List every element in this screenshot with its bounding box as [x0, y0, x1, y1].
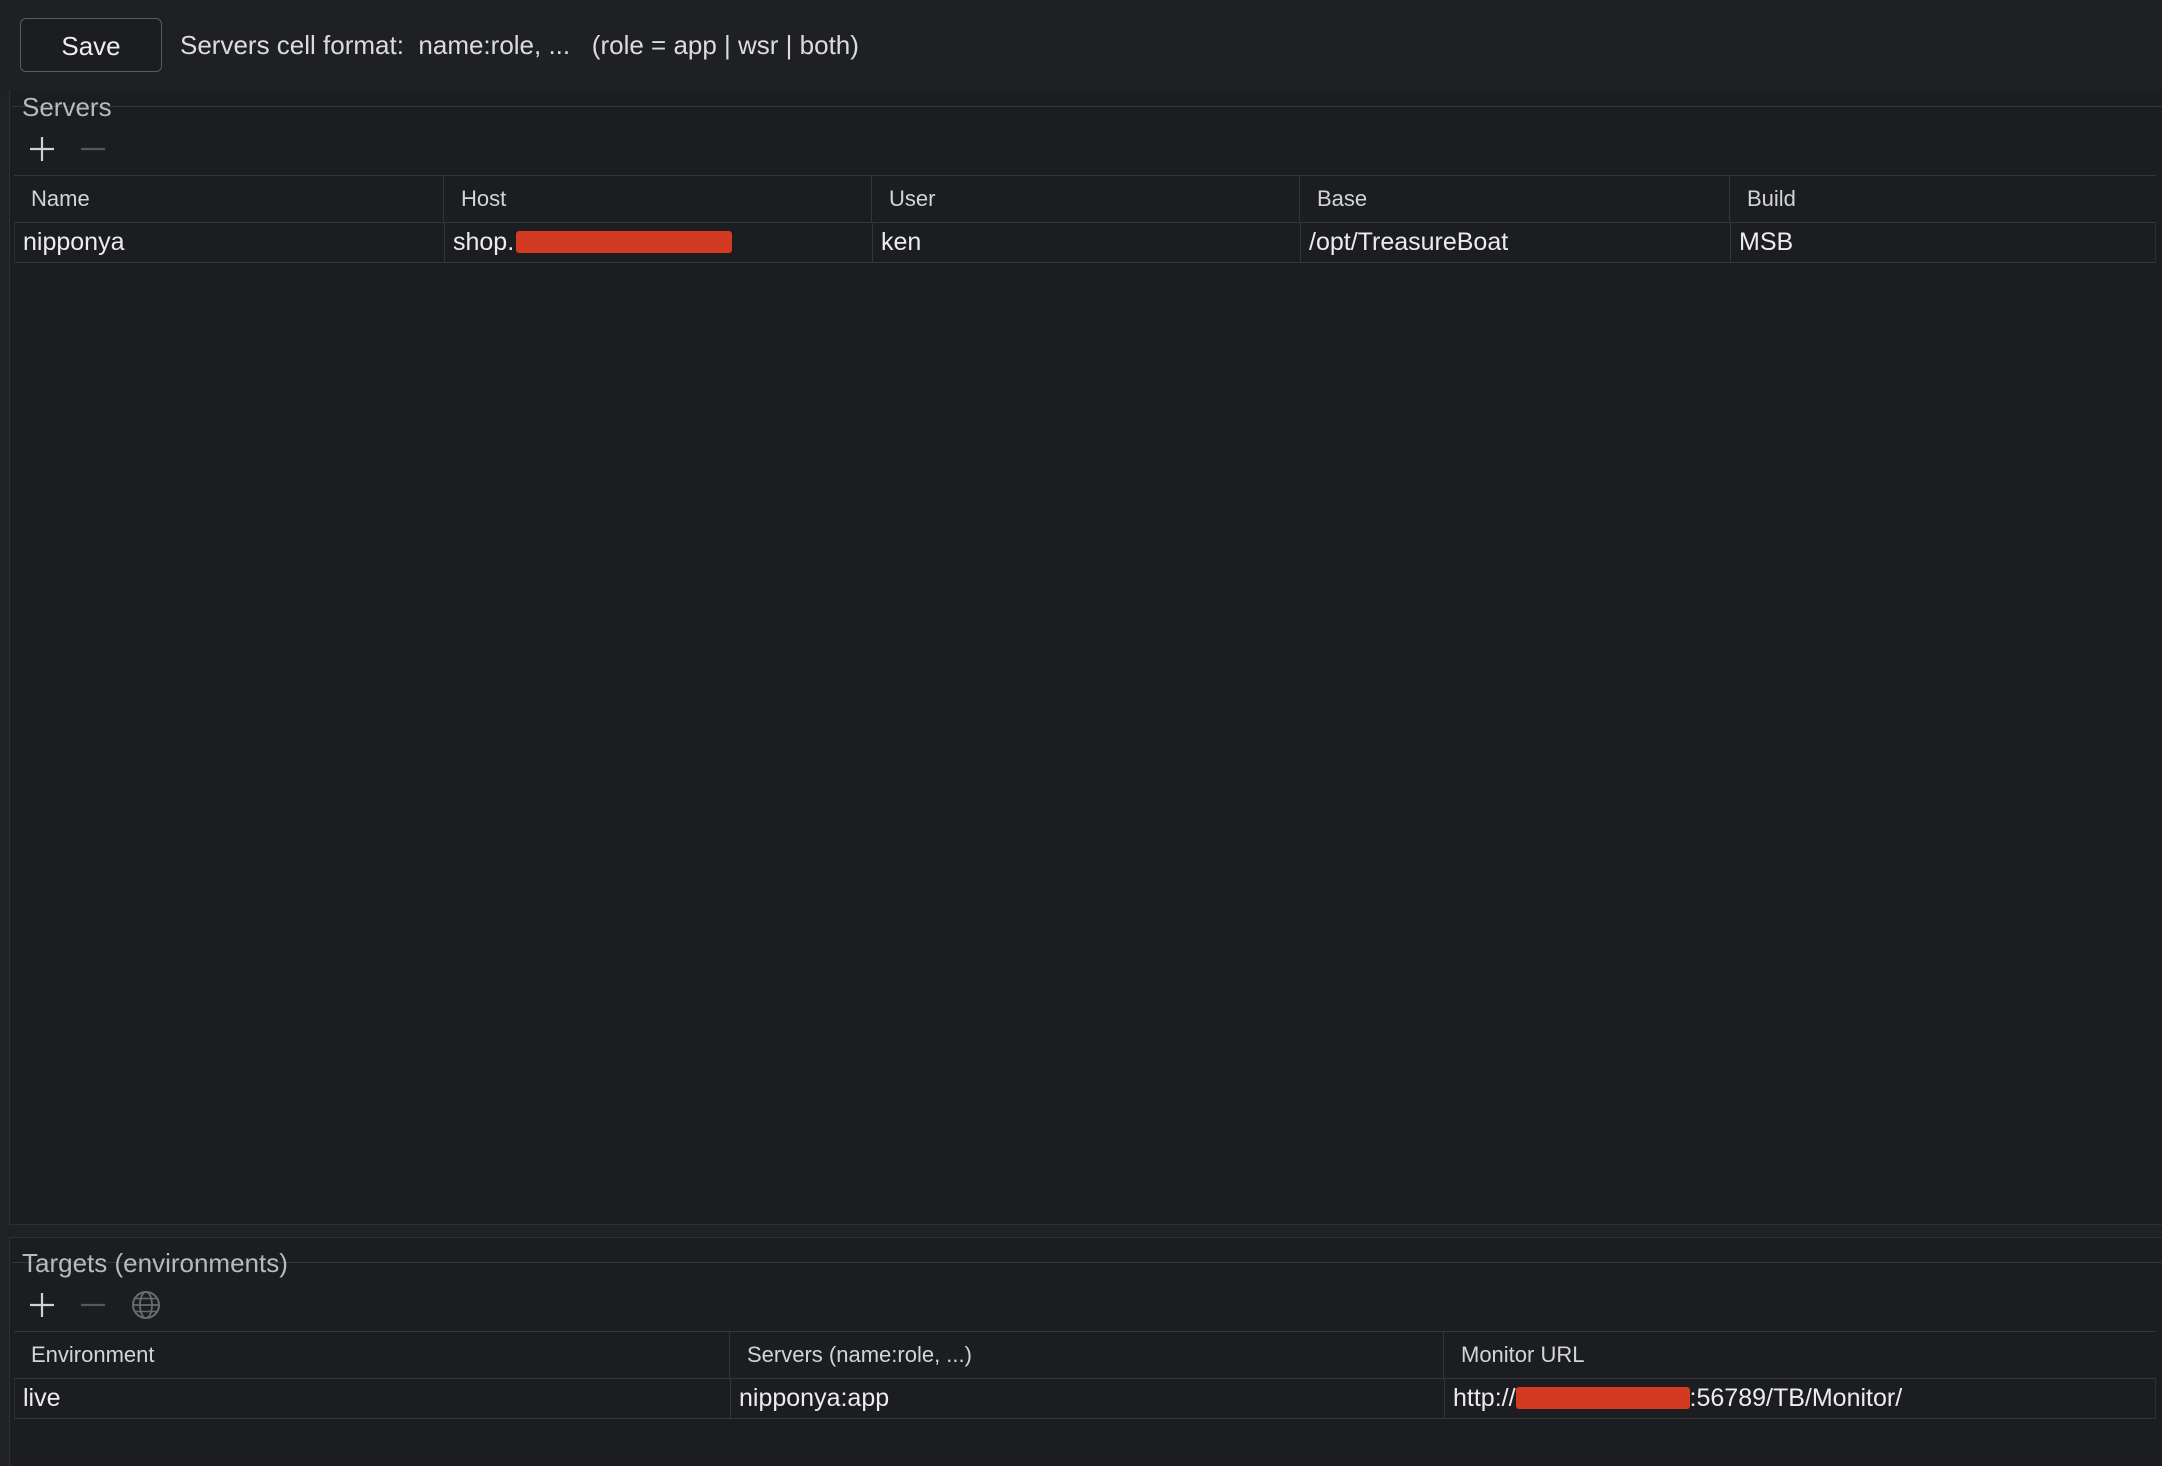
column-header-servers[interactable]: Servers (name:role, ...): [730, 1332, 1444, 1378]
cell-servers[interactable]: nipponya:app: [731, 1379, 1445, 1418]
redaction-mark: [516, 231, 733, 254]
pane-splitter[interactable]: [9, 1224, 2162, 1238]
servers-section-title: Servers: [22, 92, 112, 122]
targets-table: Environment Servers (name:role, ...) Mon…: [14, 1331, 2156, 1419]
cell-host[interactable]: shop.: [445, 223, 873, 262]
cell-name[interactable]: nipponya: [15, 223, 445, 262]
cell-monitor-url-prefix: http://: [1453, 1384, 1516, 1412]
cell-monitor-url-suffix: :56789/TB/Monitor/: [1689, 1384, 1903, 1412]
servers-table: Name Host User Base Build nipponya shop.…: [14, 175, 2156, 263]
cell-build[interactable]: MSB: [1731, 223, 2155, 262]
servers-section-rule: [12, 106, 2162, 107]
globe-icon: [132, 1291, 160, 1319]
cell-monitor-url[interactable]: http:// :56789/TB/Monitor/: [1445, 1379, 2155, 1418]
minus-icon: [81, 1303, 105, 1307]
open-monitor-button[interactable]: [126, 1285, 166, 1325]
toolbar: Save Servers cell format: name:role, ...…: [0, 0, 2162, 90]
cell-user[interactable]: ken: [873, 223, 1301, 262]
servers-format-hint: Servers cell format: name:role, ... (rol…: [180, 30, 859, 60]
column-header-host[interactable]: Host: [444, 176, 872, 222]
plus-icon: [30, 1293, 54, 1317]
column-header-name[interactable]: Name: [14, 176, 444, 222]
save-button[interactable]: Save: [20, 18, 162, 72]
column-header-base[interactable]: Base: [1300, 176, 1730, 222]
table-row[interactable]: nipponya shop. ken /opt/TreasureBoat MSB: [14, 223, 2156, 263]
plus-icon: [30, 137, 54, 161]
table-row[interactable]: live nipponya:app http:// :56789/TB/Monit…: [14, 1379, 2156, 1419]
targets-section-rule: [12, 1262, 2162, 1263]
minus-icon: [81, 147, 105, 151]
column-header-build[interactable]: Build: [1730, 176, 2156, 222]
remove-target-button[interactable]: [73, 1285, 113, 1325]
targets-section-title: Targets (environments): [22, 1248, 288, 1278]
column-header-user[interactable]: User: [872, 176, 1300, 222]
cell-host-text: shop.: [453, 228, 515, 256]
redaction-mark: [1515, 1387, 1690, 1410]
targets-table-header: Environment Servers (name:role, ...) Mon…: [14, 1331, 2156, 1379]
servers-table-header: Name Host User Base Build: [14, 175, 2156, 223]
add-target-button[interactable]: [22, 1285, 62, 1325]
cell-base[interactable]: /opt/TreasureBoat: [1301, 223, 1731, 262]
column-header-environment[interactable]: Environment: [14, 1332, 730, 1378]
cell-environment[interactable]: live: [15, 1379, 731, 1418]
window-left-edge: [0, 0, 10, 1466]
column-header-monitor-url[interactable]: Monitor URL: [1444, 1332, 2156, 1378]
add-server-button[interactable]: [22, 129, 62, 169]
remove-server-button[interactable]: [73, 129, 113, 169]
